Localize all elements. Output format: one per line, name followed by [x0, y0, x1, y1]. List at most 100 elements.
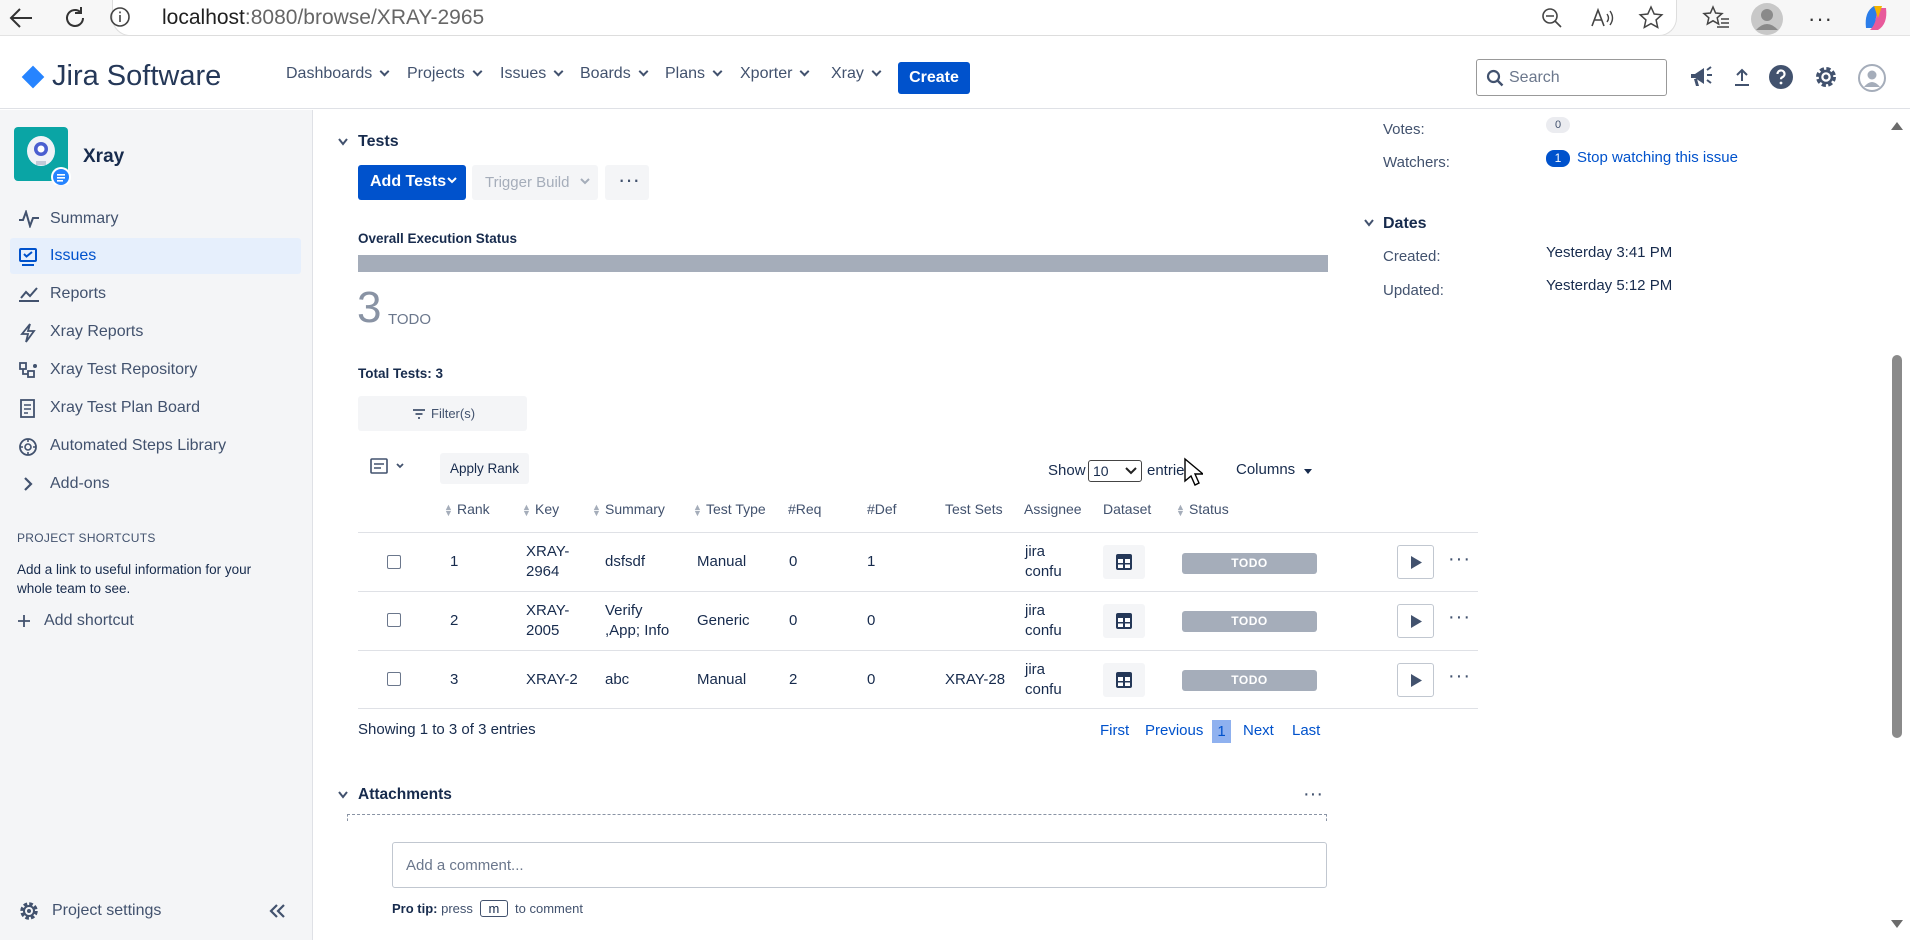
attachments-title[interactable]: Attachments	[358, 786, 452, 804]
summary-link[interactable]: abc	[605, 670, 629, 690]
column-header-def[interactable]: #Def	[867, 501, 897, 517]
pagination-last[interactable]: Last	[1292, 722, 1320, 739]
create-button[interactable]: Create	[898, 62, 970, 94]
rank-view-icon[interactable]	[370, 457, 406, 477]
read-aloud-icon[interactable]	[1590, 6, 1616, 30]
project-avatar[interactable]	[14, 127, 72, 185]
sidebar-item-reports[interactable]: Reports	[10, 276, 301, 312]
row-more-icon[interactable]: ···	[1448, 606, 1471, 629]
url-text[interactable]: localhost:8080/browse/XRAY-2965	[162, 6, 484, 30]
project-name[interactable]: Xray	[83, 146, 124, 168]
attachments-dropzone[interactable]	[347, 814, 1327, 821]
trigger-build-button[interactable]: Trigger Build	[472, 165, 598, 200]
nav-dashboards[interactable]: Dashboards	[286, 65, 390, 83]
settings-gear-icon[interactable]	[1813, 64, 1839, 90]
dataset-button[interactable]	[1103, 545, 1145, 579]
column-header-summary[interactable]: ▲ ▼ Summary	[592, 501, 665, 518]
key-link[interactable]: XRAY- 2005	[526, 601, 569, 641]
nav-issues[interactable]: Issues	[500, 65, 564, 83]
sidebar-item-xray-reports[interactable]: Xray Reports	[10, 314, 301, 350]
announcement-megaphone-icon[interactable]	[1688, 65, 1714, 89]
attachments-collapse-chevron-icon[interactable]	[337, 790, 349, 800]
assignee-link[interactable]: jira confu	[1025, 542, 1062, 582]
row-checkbox[interactable]	[387, 672, 401, 686]
search-box[interactable]	[1476, 59, 1667, 96]
pagination-previous[interactable]: Previous	[1145, 722, 1203, 739]
column-header-dataset[interactable]: Dataset	[1103, 501, 1151, 517]
watchers-count[interactable]: 1	[1546, 150, 1570, 167]
column-header-test-type[interactable]: ▲ ▼ Test Type	[693, 501, 766, 518]
nav-xporter[interactable]: Xporter	[740, 65, 810, 83]
sidebar-item-xray-test-repository[interactable]: Xray Test Repository	[10, 352, 301, 388]
summary-link[interactable]: Verify ,App; Info	[605, 601, 669, 641]
column-header-assignee[interactable]: Assignee	[1024, 501, 1082, 517]
collapse-sidebar-icon[interactable]	[268, 903, 288, 919]
stop-watching-link[interactable]: Stop watching this issue	[1577, 149, 1738, 166]
entries-per-page-select[interactable]: 10	[1088, 460, 1142, 482]
column-header-key[interactable]: ▲ ▼ Key	[522, 501, 559, 518]
dataset-button[interactable]	[1103, 604, 1145, 638]
column-header-rank[interactable]: ▲ ▼ Rank	[444, 501, 490, 518]
row-more-icon[interactable]: ···	[1448, 548, 1471, 571]
browser-menu-icon[interactable]: ···	[1808, 6, 1833, 32]
row-more-icon[interactable]: ···	[1448, 665, 1471, 688]
row-checkbox[interactable]	[387, 555, 401, 569]
sidebar-item-xray-test-plan-board[interactable]: Xray Test Plan Board	[10, 390, 301, 426]
dates-title[interactable]: Dates	[1383, 215, 1427, 233]
req-link[interactable]: 2	[789, 670, 797, 690]
zoom-out-icon[interactable]	[1540, 6, 1564, 30]
tests-section-title[interactable]: Tests	[358, 133, 399, 151]
search-input[interactable]	[1509, 67, 1659, 89]
help-icon[interactable]	[1768, 64, 1794, 90]
scroll-up-arrow-icon[interactable]	[1891, 122, 1903, 130]
comment-box[interactable]: Add a comment...	[392, 842, 1327, 888]
project-settings-link[interactable]: Project settings	[52, 902, 161, 920]
def-link[interactable]: 1	[867, 552, 875, 572]
refresh-icon[interactable]	[62, 5, 88, 31]
pagination-first[interactable]: First	[1100, 722, 1129, 739]
dataset-button[interactable]	[1103, 663, 1145, 697]
sidebar-item-issues[interactable]: Issues	[10, 238, 301, 274]
filters-button[interactable]: Filter(s)	[358, 396, 527, 431]
upload-icon[interactable]	[1733, 67, 1751, 87]
nav-plans[interactable]: Plans	[665, 65, 723, 83]
scrollbar-thumb[interactable]	[1892, 355, 1902, 738]
sidebar-item-add-ons[interactable]: Add-ons	[10, 466, 301, 502]
sidebar-item-automated-steps-library[interactable]: Automated Steps Library	[10, 428, 301, 464]
add-tests-button[interactable]: Add Tests	[358, 165, 466, 200]
product-name[interactable]: Jira Software	[52, 60, 221, 93]
favorites-list-icon[interactable]	[1702, 5, 1730, 31]
column-header-test-sets[interactable]: Test Sets	[945, 501, 1003, 517]
votes-count[interactable]: 0	[1546, 117, 1570, 133]
dates-collapse-chevron-icon[interactable]	[1363, 218, 1375, 228]
tests-more-button[interactable]: ···	[605, 165, 649, 200]
copilot-icon[interactable]	[1860, 2, 1892, 34]
test-set-link[interactable]: XRAY-28	[945, 670, 1005, 690]
run-test-button[interactable]	[1397, 545, 1434, 579]
jira-logo-icon[interactable]	[20, 64, 46, 90]
nav-xray[interactable]: Xray	[831, 65, 882, 83]
pagination-current-page[interactable]: 1	[1212, 720, 1231, 743]
nav-boards[interactable]: Boards	[580, 65, 649, 83]
apply-rank-button[interactable]: Apply Rank	[440, 453, 529, 484]
project-settings-gear-icon[interactable]	[18, 900, 40, 922]
column-header-status[interactable]: ▲ ▼ Status	[1176, 501, 1229, 518]
user-avatar[interactable]	[1858, 64, 1886, 92]
tests-collapse-chevron-icon[interactable]	[337, 137, 349, 147]
assignee-link[interactable]: jira confu	[1025, 601, 1062, 641]
attachments-more-icon[interactable]: ···	[1303, 783, 1323, 806]
summary-link[interactable]: dsfsdf	[605, 552, 645, 572]
assignee-link[interactable]: jira confu	[1025, 660, 1062, 700]
run-test-button[interactable]	[1397, 604, 1434, 638]
key-link[interactable]: XRAY-2	[526, 670, 578, 690]
scroll-down-arrow-icon[interactable]	[1891, 920, 1903, 928]
back-arrow-icon[interactable]	[8, 6, 34, 30]
scrollbar-track[interactable]	[1884, 110, 1910, 940]
site-info-icon[interactable]	[109, 6, 131, 28]
browser-profile-avatar[interactable]	[1750, 2, 1784, 36]
run-test-button[interactable]	[1397, 663, 1434, 697]
pagination-next[interactable]: Next	[1243, 722, 1274, 739]
sidebar-item-summary[interactable]: Summary	[10, 201, 301, 237]
row-checkbox[interactable]	[387, 613, 401, 627]
column-header-req[interactable]: #Req	[788, 501, 821, 517]
